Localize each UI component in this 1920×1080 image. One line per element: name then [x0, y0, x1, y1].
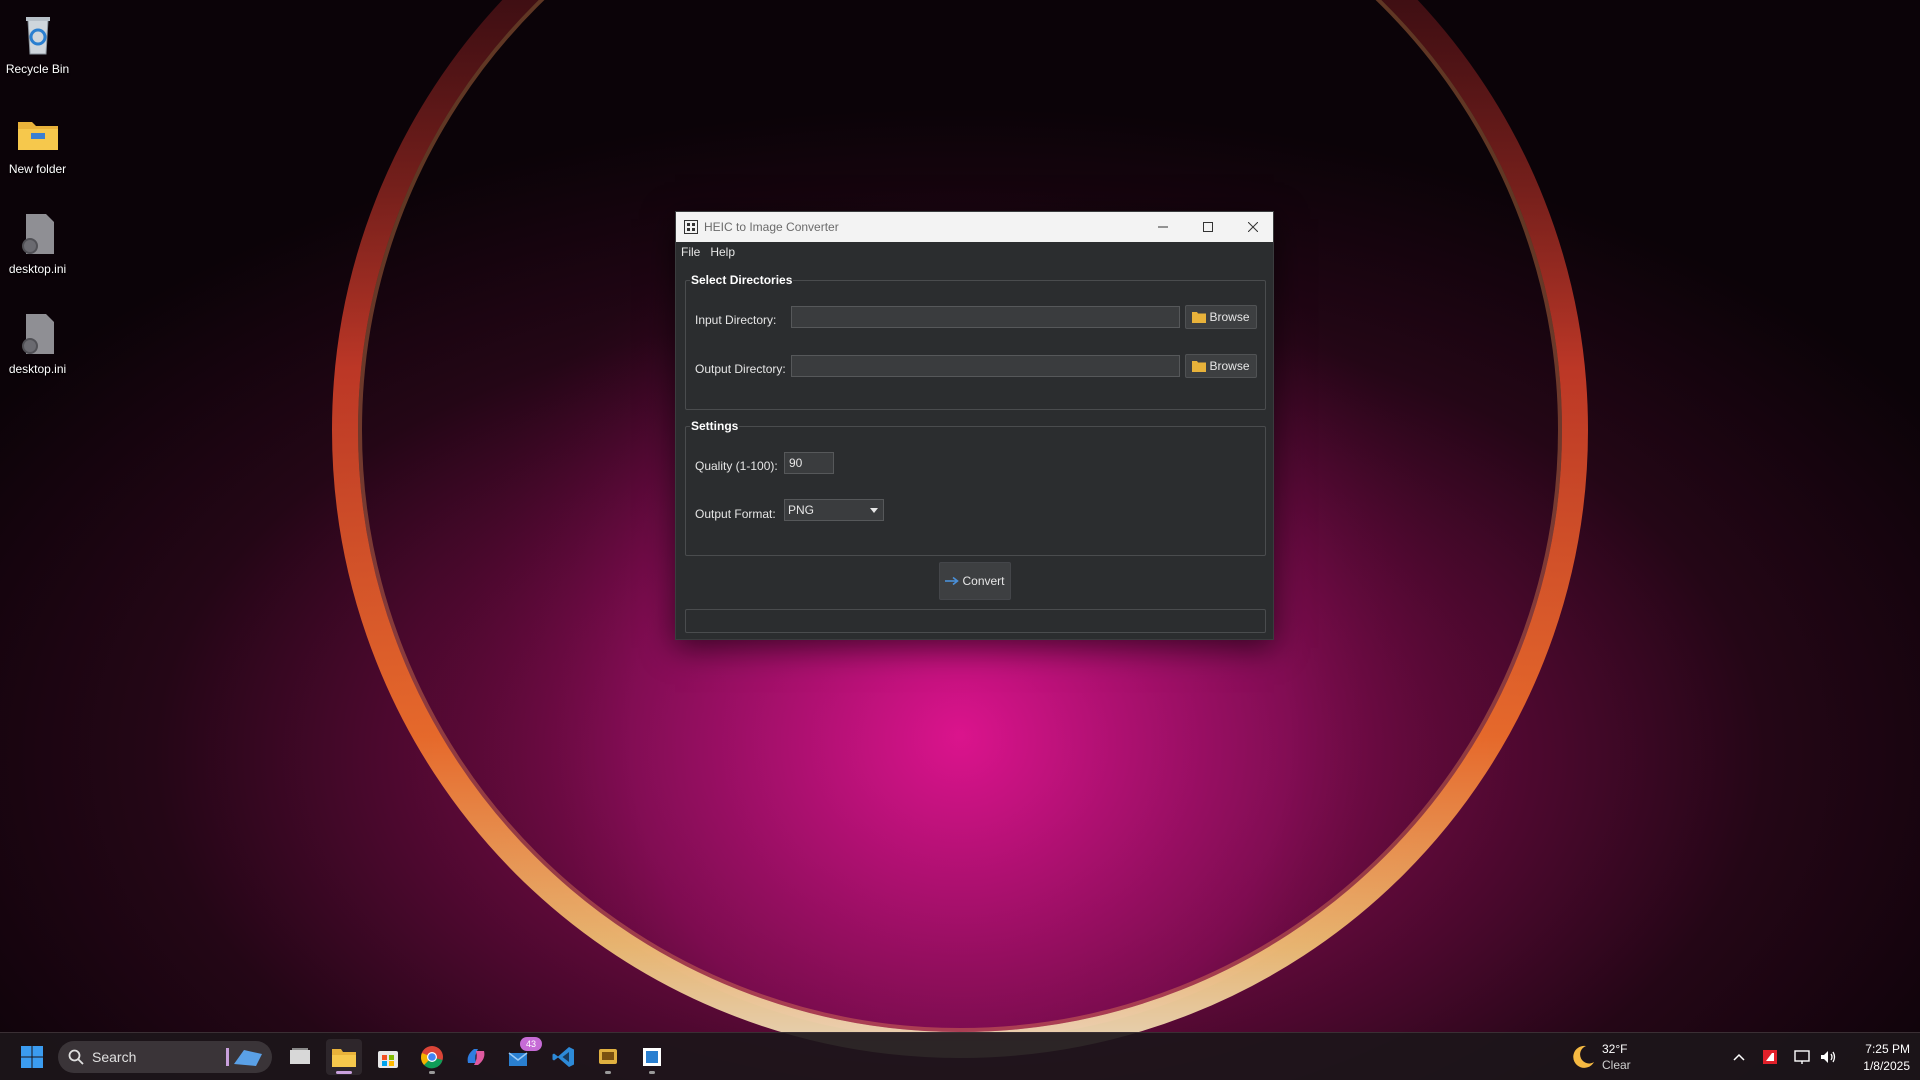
maximize-button[interactable]: [1185, 212, 1230, 242]
output-format-select[interactable]: PNG: [784, 499, 884, 521]
taskbar-vscode[interactable]: [546, 1039, 582, 1075]
network-icon: [1794, 1050, 1810, 1064]
taskbar: Search 43 32°F Clear 7:25 PM 1/8/2025: [0, 1032, 1920, 1080]
input-directory-label: Input Directory:: [695, 313, 777, 327]
moon-icon: [1573, 1045, 1594, 1068]
input-browse-label: Browse: [1209, 310, 1250, 324]
taskbar-mail[interactable]: 43: [502, 1037, 542, 1075]
windows-logo-icon: [21, 1046, 43, 1068]
running-indicator: [649, 1071, 655, 1074]
show-hidden-icons-button[interactable]: [1722, 1039, 1756, 1075]
notification-badge: 43: [520, 1037, 542, 1051]
menu-file[interactable]: File: [676, 245, 705, 259]
chrome-icon: [421, 1046, 443, 1069]
presenter-icon: [599, 1049, 617, 1064]
desktop-icon-new-folder[interactable]: New folder: [0, 102, 75, 176]
desktop-icon-label: desktop.ini: [8, 262, 67, 276]
status-bar: [685, 609, 1266, 633]
file-explorer-icon: [332, 1049, 356, 1067]
clock-time: 7:25 PM: [1865, 1042, 1910, 1056]
tray-app-logo-icon: [1763, 1050, 1777, 1064]
minimize-icon: [1157, 226, 1168, 228]
output-browse-button[interactable]: Browse: [1185, 354, 1257, 378]
clock-date: 1/8/2025: [1863, 1059, 1910, 1073]
window-title: HEIC to Image Converter: [704, 220, 839, 234]
weather-temp: 32°F: [1602, 1042, 1628, 1056]
search-label: Search: [92, 1049, 137, 1065]
desktop-icon-label: Recycle Bin: [5, 62, 70, 76]
minimize-button[interactable]: [1140, 212, 1185, 242]
desktop-icon-recycle-bin[interactable]: Recycle Bin: [0, 2, 75, 76]
settings-group-title: Settings: [690, 419, 740, 433]
app-icon: [684, 220, 698, 234]
desktop-icon-desktop-ini-2[interactable]: desktop.ini: [0, 302, 75, 376]
weather-desc: Clear: [1602, 1058, 1631, 1072]
taskbar-search[interactable]: Search: [58, 1041, 272, 1073]
converter-window: HEIC to Image Converter File Help Select…: [675, 211, 1274, 640]
folder-icon: [1192, 361, 1207, 372]
close-button[interactable]: [1230, 212, 1275, 242]
converter-app-icon: [643, 1048, 661, 1066]
window-titlebar[interactable]: HEIC to Image Converter: [676, 212, 1273, 242]
directories-group: Select Directories Input Directory: Brow…: [685, 273, 1266, 410]
badge-count: 43: [525, 1039, 536, 1049]
directories-group-title: Select Directories: [690, 273, 794, 287]
convert-button[interactable]: Convert: [939, 562, 1011, 600]
chevron-down-icon: [870, 508, 878, 513]
taskbar-weather[interactable]: 32°F Clear: [1568, 1039, 1668, 1075]
taskbar-task-view[interactable]: [282, 1039, 318, 1075]
folder-icon: [14, 110, 62, 158]
settings-group: Settings Quality (1-100): Output Format:…: [685, 419, 1266, 556]
output-format-label: Output Format:: [695, 507, 776, 521]
convert-label: Convert: [962, 574, 1005, 588]
menu-help[interactable]: Help: [705, 245, 740, 259]
volume-icon: [1821, 1051, 1836, 1063]
output-browse-label: Browse: [1209, 359, 1250, 373]
running-indicator: [429, 1071, 435, 1074]
settings-file-icon: [14, 210, 62, 258]
running-indicator: [605, 1071, 611, 1074]
desktop-icon-desktop-ini-1[interactable]: desktop.ini: [0, 202, 75, 276]
taskbar-app-converter[interactable]: [634, 1039, 670, 1075]
search-highlight-icon: [226, 1048, 262, 1066]
start-button[interactable]: [14, 1039, 50, 1075]
output-directory-field[interactable]: [791, 355, 1180, 377]
quality-input[interactable]: [784, 452, 834, 474]
settings-file-icon: [14, 310, 62, 358]
tray-app-icon[interactable]: [1755, 1039, 1785, 1075]
arrow-right-icon: [945, 576, 960, 586]
input-directory-field[interactable]: [791, 306, 1180, 328]
quality-label: Quality (1-100):: [695, 459, 778, 473]
search-icon: [68, 1049, 84, 1065]
output-format-value: PNG: [788, 503, 815, 517]
tray-volume[interactable]: [1813, 1039, 1843, 1075]
store-icon: [378, 1051, 398, 1068]
copilot-icon: [467, 1049, 485, 1065]
taskbar-store[interactable]: [370, 1039, 406, 1075]
recycle-bin-icon: [14, 10, 62, 58]
taskbar-file-explorer[interactable]: [326, 1039, 362, 1075]
close-icon: [1247, 222, 1258, 232]
taskbar-clock[interactable]: 7:25 PM 1/8/2025: [1840, 1039, 1910, 1075]
chevron-up-icon: [1733, 1053, 1745, 1061]
taskbar-chrome[interactable]: [414, 1039, 450, 1075]
folder-icon: [1192, 312, 1207, 323]
running-indicator: [336, 1071, 352, 1074]
taskbar-app-presenter[interactable]: [590, 1039, 626, 1075]
desktop-icon-label: New folder: [8, 162, 67, 176]
vscode-icon: [552, 1047, 574, 1067]
desktop-icon-label: desktop.ini: [8, 362, 67, 376]
output-directory-label: Output Directory:: [695, 362, 786, 376]
taskbar-copilot[interactable]: [458, 1039, 494, 1075]
input-browse-button[interactable]: Browse: [1185, 305, 1257, 329]
task-view-icon: [290, 1048, 310, 1064]
menu-bar: File Help: [676, 242, 1273, 262]
maximize-icon: [1202, 222, 1213, 232]
